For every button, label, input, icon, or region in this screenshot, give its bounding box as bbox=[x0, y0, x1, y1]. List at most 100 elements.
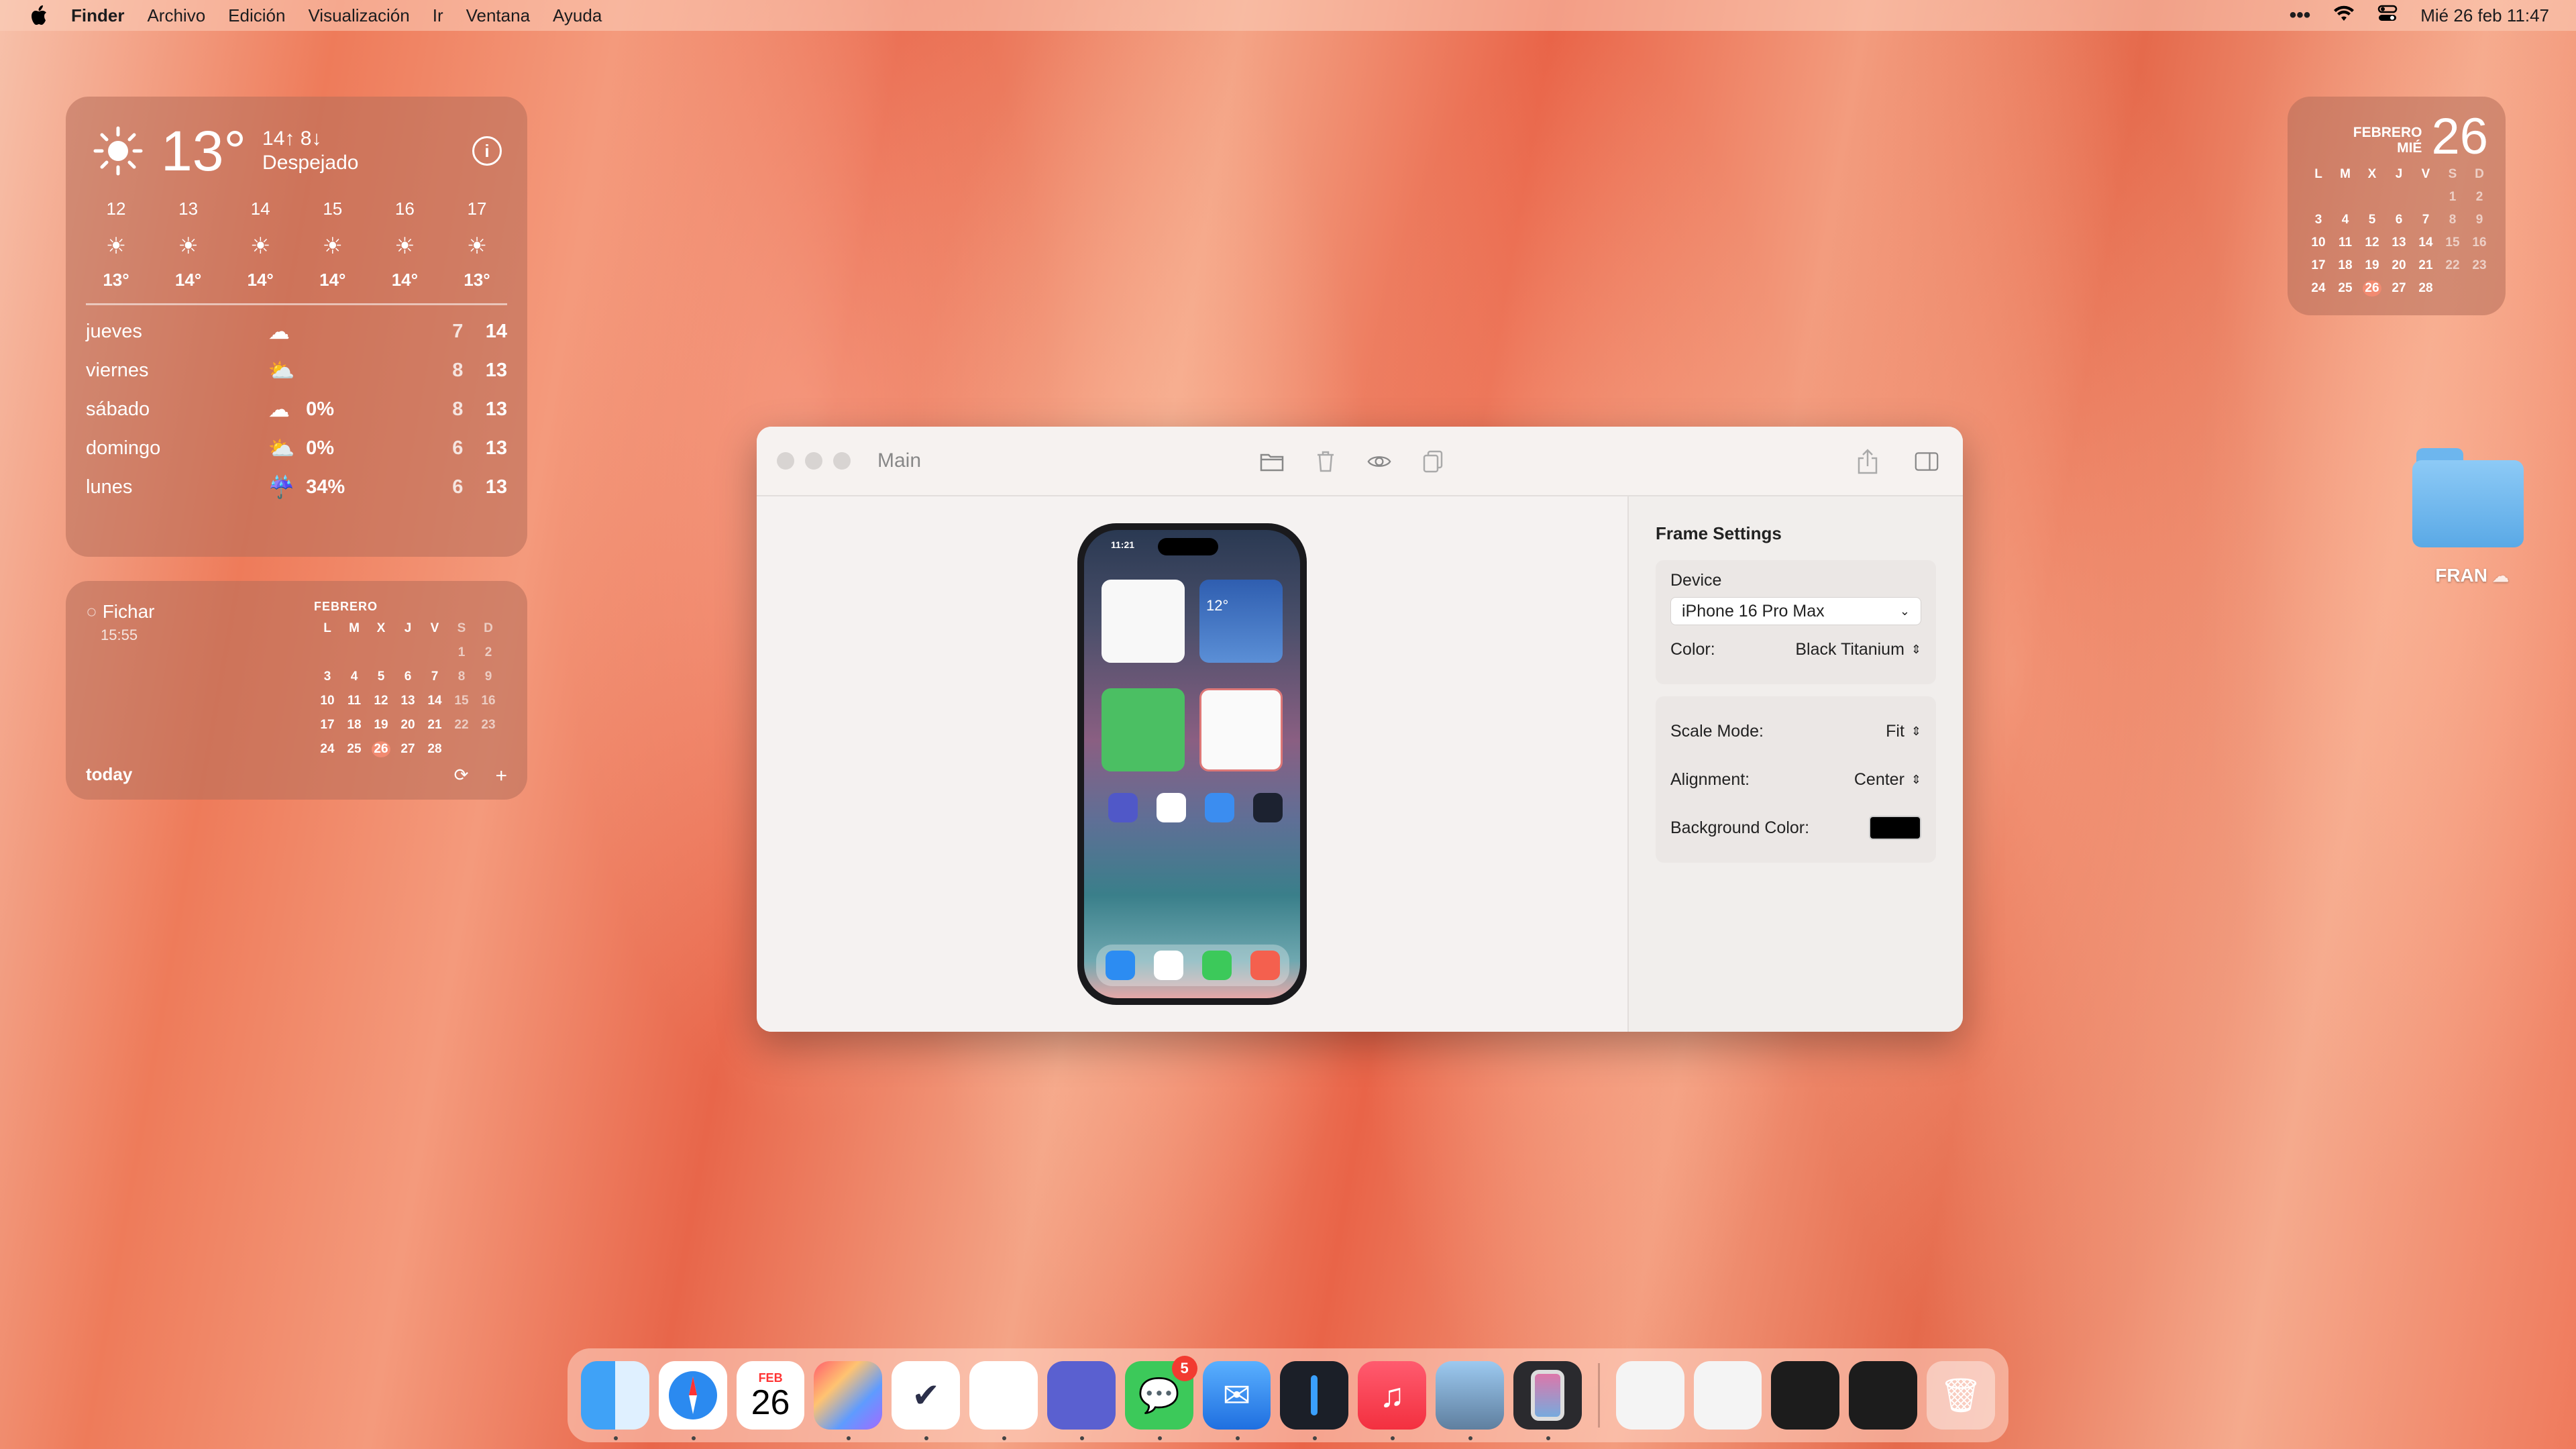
calendar-day[interactable]: 23 bbox=[2466, 258, 2493, 274]
calendar-day[interactable]: 8 bbox=[2439, 212, 2466, 228]
calendar-day[interactable]: 24 bbox=[2305, 280, 2332, 297]
calendar-day[interactable]: 26 bbox=[2363, 280, 2381, 297]
frame-app-icon[interactable] bbox=[1513, 1361, 1582, 1440]
copy-icon[interactable] bbox=[1421, 449, 1445, 474]
trash-icon[interactable]: 🗑 bbox=[1927, 1361, 1995, 1430]
more-icon[interactable]: ••• bbox=[2290, 4, 2311, 27]
calendar-day[interactable]: 6 bbox=[2385, 212, 2412, 228]
calendar-day[interactable]: 1 bbox=[448, 645, 475, 661]
calendar-day[interactable]: 22 bbox=[448, 717, 475, 733]
minimized-window-thumbnail[interactable] bbox=[1849, 1361, 1918, 1430]
teams-app-icon[interactable] bbox=[1046, 1361, 1116, 1440]
calendar-day[interactable]: 16 bbox=[475, 693, 502, 709]
minimized-window-thumbnail[interactable] bbox=[1693, 1361, 1762, 1430]
today-label[interactable]: today bbox=[86, 764, 132, 785]
minimize-button[interactable] bbox=[805, 452, 822, 470]
calendar-day[interactable]: 26 bbox=[372, 741, 390, 757]
calendar-day[interactable]: 15 bbox=[448, 693, 475, 709]
calendar-day[interactable]: 11 bbox=[2332, 235, 2359, 251]
calendar-day[interactable]: 21 bbox=[2412, 258, 2439, 274]
weather-widget[interactable]: 13° 14↑ 8↓ Despejado i 12 ☀ 13° 13 ☀ 14° 14 ☀… bbox=[66, 97, 527, 557]
calendar-day[interactable]: 2 bbox=[475, 645, 502, 661]
calendar-day[interactable]: 25 bbox=[2332, 280, 2359, 297]
calendar-day[interactable]: 14 bbox=[421, 693, 448, 709]
sidebar-toggle-icon[interactable] bbox=[1915, 449, 1939, 474]
calendar-day[interactable]: 5 bbox=[2359, 212, 2385, 228]
calendar-day[interactable]: 20 bbox=[2385, 258, 2412, 274]
trash-icon[interactable] bbox=[1313, 449, 1338, 474]
apple-menu-icon[interactable] bbox=[27, 3, 51, 28]
info-icon[interactable]: i bbox=[472, 136, 502, 166]
calendar-widget[interactable]: FEBRERO MIÉ 26 L M X J V S D 1 2 3 4 5 6 7 8 9 10 11 12 13 1… bbox=[2288, 97, 2506, 315]
refresh-icon[interactable]: ⟳ bbox=[454, 765, 469, 788]
calendar-day[interactable]: 7 bbox=[2412, 212, 2439, 228]
finder-app-icon[interactable] bbox=[581, 1361, 649, 1440]
calendar-day[interactable]: 27 bbox=[2385, 280, 2412, 297]
calendar-day[interactable]: 14 bbox=[2412, 235, 2439, 251]
preview-app-icon[interactable] bbox=[1436, 1361, 1504, 1440]
calendar-day[interactable]: 18 bbox=[2332, 258, 2359, 274]
minimized-window-thumbnail[interactable] bbox=[1615, 1361, 1684, 1430]
calendar-day[interactable]: 8 bbox=[448, 669, 475, 685]
calendar-day[interactable]: 13 bbox=[2385, 235, 2412, 251]
messages-app-icon[interactable]: 💬 5 bbox=[1124, 1356, 1197, 1440]
add-icon[interactable]: + bbox=[495, 765, 507, 788]
minimized-window-thumbnail[interactable] bbox=[1771, 1361, 1840, 1430]
calendar-day[interactable]: 1 bbox=[2439, 189, 2466, 205]
menu-archivo[interactable]: Archivo bbox=[147, 5, 205, 26]
calendar-day[interactable]: 9 bbox=[2466, 212, 2493, 228]
calendar-day[interactable]: 5 bbox=[368, 669, 394, 685]
alignment-select[interactable]: Center ⇕ bbox=[1854, 770, 1921, 790]
menu-ventana[interactable]: Ventana bbox=[466, 5, 530, 26]
share-icon[interactable] bbox=[1856, 449, 1880, 474]
calendar-day[interactable]: 23 bbox=[475, 717, 502, 733]
zoom-button[interactable] bbox=[833, 452, 851, 470]
calendar-day[interactable]: 19 bbox=[368, 717, 394, 733]
folder-open-icon[interactable] bbox=[1260, 449, 1284, 474]
menu-app-name[interactable]: Finder bbox=[71, 5, 124, 26]
color-select[interactable]: Black Titanium ⇕ bbox=[1795, 640, 1921, 659]
safari-app-icon[interactable] bbox=[658, 1361, 727, 1440]
fantastical-app-icon[interactable] bbox=[969, 1361, 1038, 1440]
calendar-day[interactable]: 15 bbox=[2439, 235, 2466, 251]
calendar-day[interactable]: 28 bbox=[421, 741, 448, 757]
calendar-day[interactable]: 25 bbox=[341, 741, 368, 757]
calendar-day[interactable]: 18 bbox=[341, 717, 368, 733]
calendar-reminder-widget[interactable]: ○ Fichar 15:55 FEBRERO LMXJVSD1234567891… bbox=[66, 581, 527, 800]
calendar-day[interactable]: 22 bbox=[2439, 258, 2466, 274]
close-button[interactable] bbox=[777, 452, 794, 470]
calendar-day[interactable]: 21 bbox=[421, 717, 448, 733]
calendar-day[interactable]: 7 bbox=[421, 669, 448, 685]
calendar-day[interactable]: 27 bbox=[394, 741, 421, 757]
reminder-item[interactable]: ○ Fichar bbox=[86, 601, 155, 623]
menu-ir[interactable]: Ir bbox=[433, 5, 443, 26]
mail-app-icon[interactable]: ✉ bbox=[1202, 1361, 1271, 1440]
calendar-day[interactable]: 11 bbox=[341, 693, 368, 709]
eye-icon[interactable] bbox=[1367, 449, 1391, 474]
calendar-day[interactable]: 4 bbox=[2332, 212, 2359, 228]
wifi-icon[interactable] bbox=[2333, 5, 2355, 27]
calendar-day[interactable]: 10 bbox=[2305, 235, 2332, 251]
menu-edicion[interactable]: Edición bbox=[228, 5, 285, 26]
background-color-well[interactable] bbox=[1869, 816, 1921, 840]
menu-ayuda[interactable]: Ayuda bbox=[553, 5, 602, 26]
calendar-day[interactable]: 24 bbox=[314, 741, 341, 757]
menu-clock[interactable]: Mié 26 feb 11:47 bbox=[2420, 5, 2549, 26]
calendar-day[interactable]: 17 bbox=[314, 717, 341, 733]
calendar-day[interactable]: 28 bbox=[2412, 280, 2439, 297]
calendar-day[interactable]: 13 bbox=[394, 693, 421, 709]
calendar-app-icon[interactable]: FEB 26 bbox=[736, 1361, 805, 1430]
calendar-day[interactable]: 12 bbox=[2359, 235, 2385, 251]
control-center-icon[interactable] bbox=[2377, 5, 2398, 27]
calendar-day[interactable]: 19 bbox=[2359, 258, 2385, 274]
calendar-day[interactable]: 4 bbox=[341, 669, 368, 685]
folder-icon[interactable] bbox=[2412, 448, 2526, 549]
calendar-day[interactable]: 20 bbox=[394, 717, 421, 733]
calendar-day[interactable]: 17 bbox=[2305, 258, 2332, 274]
music-app-icon[interactable]: ♫ bbox=[1358, 1361, 1427, 1440]
calendar-day[interactable]: 9 bbox=[475, 669, 502, 685]
calendar-day[interactable]: 2 bbox=[2466, 189, 2493, 205]
device-select[interactable]: iPhone 16 Pro Max ⌄ bbox=[1670, 597, 1921, 625]
tasks-app-icon[interactable]: ✔ bbox=[892, 1361, 961, 1440]
craft-app-icon[interactable] bbox=[814, 1361, 883, 1440]
